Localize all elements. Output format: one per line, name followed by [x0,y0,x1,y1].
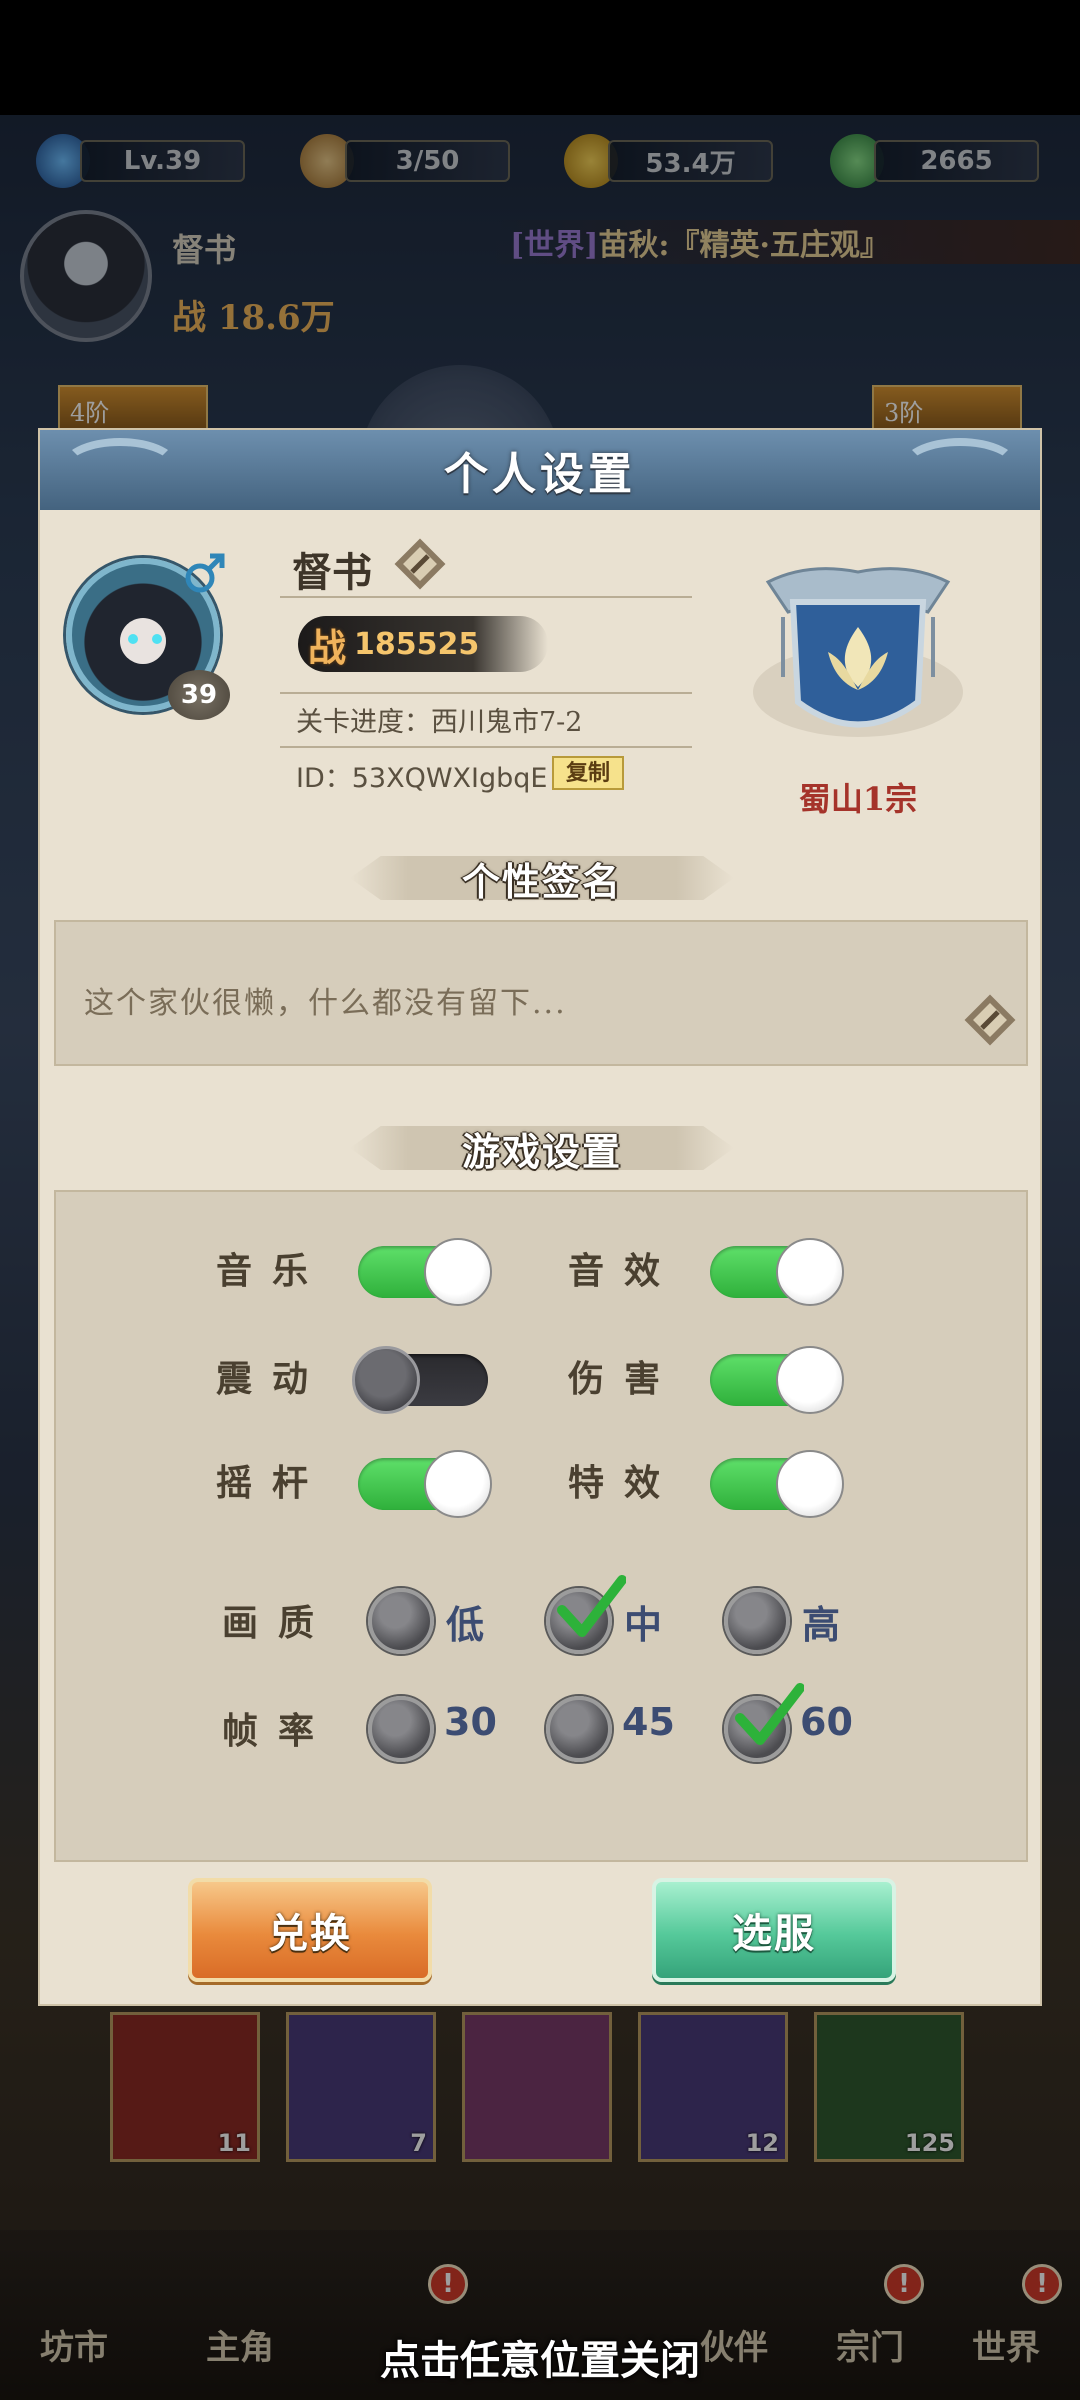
checkmark-icon [557,1575,626,1637]
copy-id-button[interactable]: 复制 [552,756,624,790]
cloud-ornament-icon [60,438,180,498]
edit-name-icon[interactable] [392,536,448,592]
player-id: ID：53XQWXIgbqE [296,763,548,794]
exchange-button-label: 兑换 [268,1910,352,1957]
divider [280,692,692,694]
framerate-60-label: 60 [800,1700,853,1744]
game-settings-box: 音乐 音效 震动 伤害 摇杆 特效 画质 低 中 高 帧率 30 45 60 [54,1190,1028,1862]
toggle-knob [352,1346,420,1414]
damage-toggle[interactable] [710,1346,844,1414]
vibration-label: 震动 [216,1358,329,1400]
framerate-30-label: 30 [444,1700,497,1744]
divider [280,746,692,748]
toggle-knob [776,1238,844,1306]
quality-medium-label: 中 [624,1602,663,1647]
signature-box[interactable]: 这个家伙很懒，什么都没有留下... [54,920,1028,1066]
male-gender-icon [185,553,225,593]
joystick-label: 摇杆 [216,1462,329,1504]
game-settings-title-text: 游戏设置 [461,1128,622,1174]
stage-progress: 关卡进度：西川鬼市7-2 [296,707,583,738]
music-label: 音乐 [216,1250,329,1292]
framerate-30-radio[interactable] [368,1696,434,1762]
combat-power-value: 185525 [354,626,480,662]
framerate-label: 帧率 [222,1710,335,1752]
effects-toggle[interactable] [710,1450,844,1518]
toggle-knob [424,1238,492,1306]
quality-medium-radio[interactable] [546,1575,626,1654]
combat-power-box: 战 185525 [298,616,548,672]
toggle-knob [776,1346,844,1414]
player-name: 督书 [292,549,372,596]
select-server-button-label: 选服 [732,1910,816,1957]
signature-text: 这个家伙很懒，什么都没有留下... [84,986,567,1021]
exchange-button[interactable]: 兑换 [188,1878,432,1982]
quality-high-radio[interactable] [724,1588,790,1654]
quality-low-label: 低 [446,1602,485,1647]
joystick-toggle[interactable] [358,1450,492,1518]
game-settings-section-title: 游戏设置 [350,1120,734,1176]
toggle-knob [424,1450,492,1518]
select-server-button[interactable]: 选服 [652,1878,896,1982]
toggle-knob [776,1450,844,1518]
power-char: 战 [308,624,347,670]
framerate-45-radio[interactable] [546,1696,612,1762]
avatar-eye [128,634,138,644]
avatar-eye [152,634,162,644]
edit-signature-icon[interactable] [962,992,1018,1048]
quality-high-label: 高 [802,1602,841,1647]
damage-label: 伤害 [568,1358,681,1400]
sect-emblem-icon[interactable] [748,542,968,752]
framerate-60-radio[interactable] [724,1683,804,1762]
sound-effects-toggle[interactable] [710,1238,844,1306]
music-toggle[interactable] [358,1238,492,1306]
sound-effects-label: 音效 [568,1250,681,1292]
avatar-level-badge: 39 [168,670,230,720]
effects-label: 特效 [568,1462,681,1504]
quality-label: 画质 [222,1602,335,1644]
cloud-ornament-icon [900,438,1020,498]
panel-header: 个人设置 [40,430,1040,510]
signature-section-title: 个性签名 [350,850,734,906]
vibration-toggle[interactable] [352,1346,488,1414]
checkmark-icon [735,1683,804,1745]
panel-title: 个人设置 [444,449,636,500]
personal-settings-panel: 个人设置 39 督书 战 185525 关卡进度：西川鬼市7-2 ID：53XQ… [38,428,1042,2006]
divider [280,596,692,598]
close-hint: 点击任意位置关闭 [380,2337,700,2384]
sect-name: 蜀山1宗 [798,780,918,818]
signature-title-text: 个性签名 [461,858,622,904]
framerate-45-label: 45 [622,1700,675,1744]
quality-low-radio[interactable] [368,1588,434,1654]
